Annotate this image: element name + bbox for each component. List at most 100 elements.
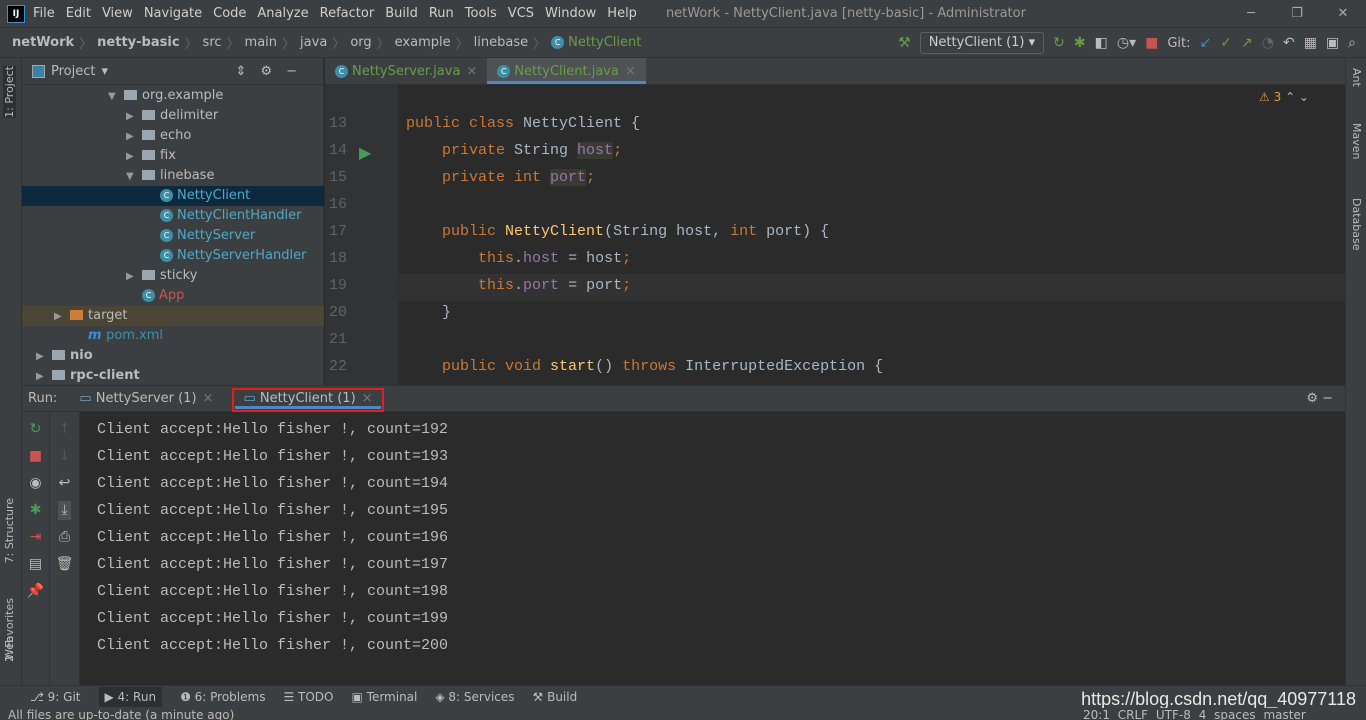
menu-file[interactable]: File [33, 6, 55, 21]
run-tab[interactable]: ▭ NettyClient (1) × [232, 387, 384, 412]
encoding[interactable]: UTF-8 [1156, 708, 1191, 720]
menu-run[interactable]: Run [429, 6, 454, 21]
tree-item[interactable]: C NettyClient [22, 186, 324, 206]
tool-window-run[interactable]: ▶ 4: Run [98, 687, 163, 707]
menu-window[interactable]: Window [545, 6, 596, 21]
chevron-right-icon[interactable]: ▶ [126, 267, 142, 287]
breadcrumb-item[interactable]: example [395, 35, 451, 50]
tool-window-todo[interactable]: ☰ TODO [283, 690, 333, 704]
run-config-select[interactable]: NettyClient (1) ▾ [919, 32, 1045, 54]
git-branch[interactable]: master [1263, 708, 1305, 720]
tool-window-build[interactable]: ⚒ Build [533, 690, 578, 704]
git-push-icon[interactable]: ↗ [1241, 35, 1253, 51]
close-button[interactable]: ✕ [1320, 0, 1366, 28]
down-arrow-icon[interactable]: ↓ [59, 447, 71, 466]
menu-help[interactable]: Help [607, 6, 637, 21]
project-view-select[interactable]: Project [51, 64, 95, 79]
tree-item[interactable]: ▶ echo [22, 126, 324, 146]
tree-item[interactable]: ▶ nio [22, 346, 324, 366]
tree-item[interactable]: m pom.xml [22, 326, 324, 346]
breadcrumb-item[interactable]: org [350, 35, 371, 50]
indent[interactable]: 4 spaces [1199, 708, 1256, 720]
breadcrumb-item[interactable]: java [300, 35, 327, 50]
run-tab[interactable]: ▭ NettyServer (1) × [71, 391, 221, 406]
tree-item[interactable]: C NettyClientHandler [22, 206, 324, 226]
close-tab-icon[interactable]: × [203, 391, 214, 406]
editor-tab[interactable]: C NettyServer.java × [325, 58, 487, 84]
close-tab-icon[interactable]: × [625, 64, 636, 79]
tool-ant[interactable]: Ant [1350, 68, 1363, 87]
stop-icon[interactable]: ■ [29, 447, 42, 466]
print-icon[interactable]: ⎙ [59, 528, 70, 547]
tool-maven[interactable]: Maven [1350, 123, 1363, 159]
tree-item[interactable]: ▶ sticky [22, 266, 324, 286]
git-update-icon[interactable]: ↙ [1200, 35, 1212, 51]
coverage-icon[interactable]: ◧ [1095, 35, 1108, 51]
tree-item[interactable]: ▶ target [22, 306, 324, 326]
tree-item[interactable]: ▶ delimiter [22, 106, 324, 126]
chevron-down-icon[interactable]: ▼ [126, 167, 142, 187]
rollback-icon[interactable]: ↶ [1283, 35, 1295, 51]
chevron-down-icon[interactable]: ▼ [108, 87, 124, 107]
rerun-icon[interactable]: ↻ [1053, 35, 1065, 51]
menu-analyze[interactable]: Analyze [257, 6, 308, 21]
menu-vcs[interactable]: VCS [508, 6, 534, 21]
up-arrow-icon[interactable]: ↑ [59, 420, 71, 439]
project-structure-icon[interactable]: ▦ [1304, 35, 1317, 51]
tree-item[interactable]: C App [22, 286, 324, 306]
debug-bug-icon[interactable]: ✱ [1074, 35, 1086, 51]
search-icon[interactable]: ⌕ [1348, 35, 1356, 51]
git-commit-icon[interactable]: ✓ [1220, 35, 1232, 51]
rerun-icon[interactable]: ↻ [30, 420, 42, 439]
line-separator[interactable]: CRLF [1118, 708, 1148, 720]
debug-icon[interactable]: ✱ [30, 501, 42, 520]
menu-navigate[interactable]: Navigate [144, 6, 202, 21]
tree-item[interactable]: C NettyServerHandler [22, 246, 324, 266]
hammer-build-icon[interactable]: ⚒ [898, 35, 911, 51]
breadcrumb-item[interactable]: NettyClient [568, 35, 641, 50]
tool-window-services[interactable]: ◈ 8: Services [435, 690, 514, 704]
chevron-right-icon[interactable]: ▶ [36, 347, 52, 367]
chevron-right-icon[interactable]: ▶ [36, 367, 52, 387]
restore-button[interactable]: ❐ [1274, 0, 1320, 28]
menu-tools[interactable]: Tools [465, 6, 497, 21]
exit-icon[interactable]: ⇥ [30, 528, 42, 547]
camera-icon[interactable]: ◉ [29, 474, 41, 493]
close-tab-icon[interactable]: × [362, 391, 373, 406]
pin-icon[interactable]: 📌 [27, 582, 44, 601]
trash-icon[interactable]: 🗑 [56, 555, 74, 574]
menu-build[interactable]: Build [385, 6, 418, 21]
tree-item[interactable]: ▼ linebase [22, 166, 324, 186]
scroll-to-end-icon[interactable]: ⤓ [58, 501, 71, 520]
tree-item[interactable]: ▼ org.example [22, 86, 324, 106]
menu-refactor[interactable]: Refactor [320, 6, 375, 21]
caret-position[interactable]: 20:1 [1083, 708, 1110, 720]
breadcrumb-item[interactable]: netWork [12, 35, 74, 50]
stop-icon[interactable]: ■ [1145, 35, 1158, 51]
tool-window-terminal[interactable]: ▣ Terminal [352, 690, 418, 704]
soft-wrap-icon[interactable]: ↩ [59, 474, 71, 493]
tool-window-problems[interactable]: ❶ 6: Problems [180, 690, 265, 704]
chevron-right-icon[interactable]: ▶ [126, 147, 142, 167]
tree-item[interactable]: ▶ fix [22, 146, 324, 166]
chevron-right-icon[interactable]: ▶ [126, 127, 142, 147]
chevron-right-icon[interactable]: ▶ [126, 107, 142, 127]
warnings-indicator[interactable]: ⚠ 3 ⌃ ⌄ [1259, 90, 1309, 104]
chevron-right-icon[interactable]: ▶ [54, 307, 70, 327]
menu-edit[interactable]: Edit [66, 6, 91, 21]
minimize-button[interactable]: ─ [1228, 0, 1274, 28]
menu-code[interactable]: Code [213, 6, 246, 21]
tool-project[interactable]: 1: Project [3, 66, 16, 118]
breadcrumb-item[interactable]: src [203, 35, 222, 50]
layout-icon[interactable]: ▤ [29, 555, 42, 574]
menu-view[interactable]: View [102, 6, 133, 21]
breadcrumb-item[interactable]: netty-basic [97, 35, 179, 50]
project-header-actions[interactable]: ⇕⚙− [236, 64, 311, 79]
console-output[interactable]: Client accept:Hello fisher !, count=192 C… [97, 420, 448, 663]
breadcrumb-item[interactable]: linebase [474, 35, 528, 50]
tool-web[interactable]: Web [3, 636, 16, 660]
close-tab-icon[interactable]: × [466, 64, 477, 79]
run-gutter-icon[interactable]: ▶ [359, 143, 371, 162]
profile-icon[interactable]: ◷▾ [1117, 35, 1136, 51]
tool-structure[interactable]: 7: Structure [3, 498, 16, 563]
